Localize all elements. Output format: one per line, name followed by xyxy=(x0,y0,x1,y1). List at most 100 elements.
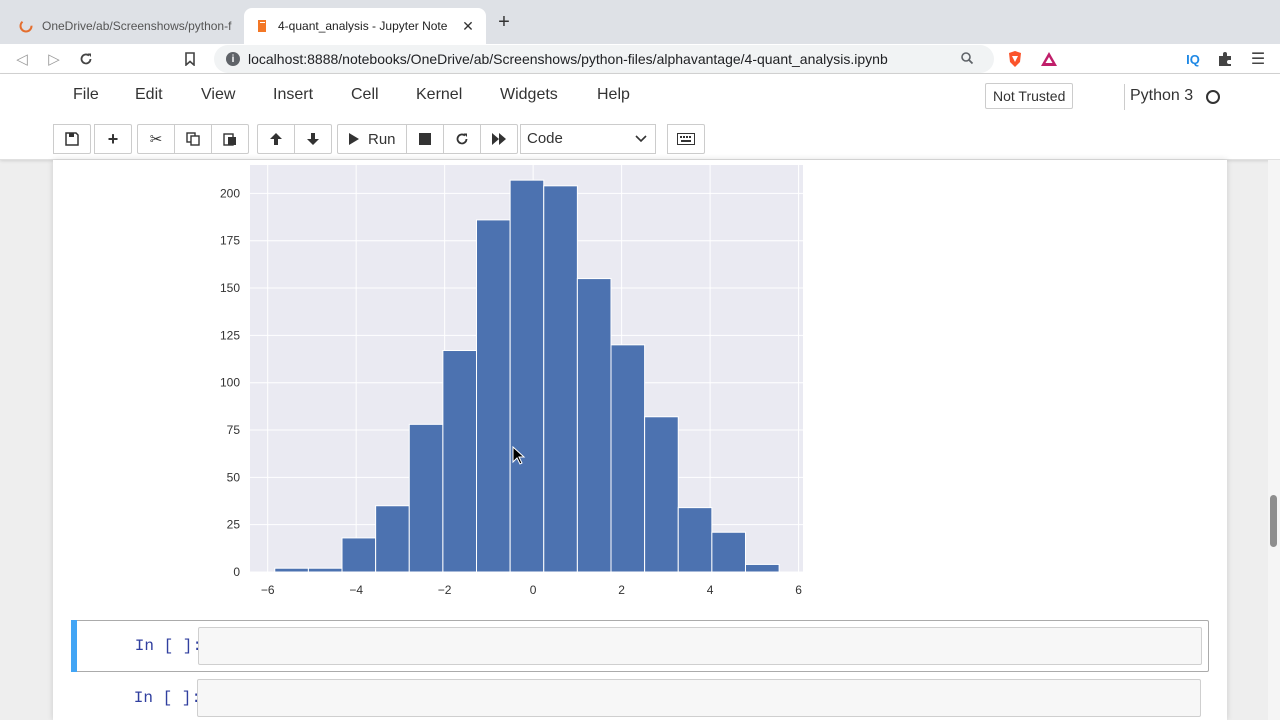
x-tick-label: 2 xyxy=(618,583,625,597)
restart-icon xyxy=(456,133,467,145)
code-cell-selected[interactable]: In [ ]: xyxy=(71,620,1209,672)
close-tab-icon[interactable]: ✕ xyxy=(460,18,476,34)
menu-edit[interactable]: Edit xyxy=(135,86,163,104)
histogram-bar xyxy=(341,537,377,573)
jupyter-loading-icon xyxy=(18,18,34,34)
cell-type-select[interactable]: Code xyxy=(520,124,656,154)
arrow-up-icon xyxy=(270,133,282,145)
browser-toolbar: ◁ ▷ i localhost:8888/notebooks/OneDrive/… xyxy=(0,44,1280,74)
command-palette-button[interactable] xyxy=(667,124,705,154)
scrollbar-thumb[interactable] xyxy=(1270,495,1277,547)
cell-type-value: Code xyxy=(527,130,563,147)
insert-cell-button[interactable]: + xyxy=(94,124,132,154)
paste-button[interactable] xyxy=(211,124,249,154)
save-icon xyxy=(65,132,79,146)
histogram-bar xyxy=(274,567,309,573)
copy-button[interactable] xyxy=(174,124,212,154)
bookmark-icon[interactable] xyxy=(178,47,202,71)
cut-button[interactable]: ✂ xyxy=(137,124,175,154)
paste-icon xyxy=(223,133,236,146)
menu-file[interactable]: File xyxy=(73,86,99,104)
menu-help[interactable]: Help xyxy=(597,86,630,104)
palette-group xyxy=(667,124,705,154)
histogram-bar xyxy=(442,350,478,573)
x-tick-label: −4 xyxy=(349,583,363,597)
scissors-icon: ✂ xyxy=(149,131,163,148)
histogram-bar xyxy=(576,278,612,573)
kernel-name: Python 3 xyxy=(1130,87,1194,104)
y-tick-label: 75 xyxy=(227,423,241,437)
menu-widgets[interactable]: Widgets xyxy=(500,86,558,104)
insert-group: + xyxy=(94,124,132,154)
y-tick-label: 50 xyxy=(227,470,241,484)
edit-group: ✂ xyxy=(137,124,249,154)
histogram-bar xyxy=(307,567,343,573)
new-tab-icon[interactable]: + xyxy=(494,12,514,32)
x-tick-label: 6 xyxy=(795,583,802,597)
stop-icon xyxy=(418,133,431,145)
keyboard-icon xyxy=(677,133,695,145)
y-tick-label: 0 xyxy=(233,565,240,579)
y-tick-label: 125 xyxy=(220,328,240,342)
run-button[interactable]: Run xyxy=(337,124,407,154)
menu-cell[interactable]: Cell xyxy=(351,86,379,104)
extensions-puzzle-icon[interactable] xyxy=(1214,48,1236,70)
forward-icon[interactable]: ▷ xyxy=(42,47,66,71)
move-up-button[interactable] xyxy=(257,124,295,154)
histogram-bar xyxy=(644,416,679,573)
browser-menu-icon[interactable]: ☰ xyxy=(1247,48,1269,70)
page-scrollbar[interactable] xyxy=(1268,160,1280,720)
restart-button[interactable] xyxy=(442,124,481,154)
save-group xyxy=(53,124,91,154)
code-input[interactable] xyxy=(198,627,1202,665)
back-icon[interactable]: ◁ xyxy=(10,47,34,71)
y-tick-label: 100 xyxy=(220,376,240,390)
x-tick-label: 4 xyxy=(707,583,714,597)
x-tick-label: 0 xyxy=(530,583,537,597)
histogram-bar xyxy=(509,179,545,573)
y-tick-label: 25 xyxy=(227,518,241,532)
fast-forward-icon xyxy=(491,133,506,145)
play-icon xyxy=(349,133,359,145)
menu-insert[interactable]: Insert xyxy=(273,86,313,104)
input-prompt: In [ ]: xyxy=(134,637,202,655)
menu-kernel[interactable]: Kernel xyxy=(416,86,462,104)
brave-shield-icon[interactable] xyxy=(1004,48,1026,70)
address-bar[interactable]: i localhost:8888/notebooks/OneDrive/ab/S… xyxy=(214,45,994,73)
move-group xyxy=(257,124,332,154)
y-tick-label: 200 xyxy=(220,186,240,200)
iq-extension-icon[interactable]: IQ xyxy=(1182,48,1204,70)
menu-view[interactable]: View xyxy=(201,86,235,104)
notebook-icon xyxy=(254,18,270,34)
tab-title: OneDrive/ab/Screenshows/python-f xyxy=(42,19,232,33)
tab-title: 4-quant_analysis - Jupyter Note xyxy=(278,19,448,33)
plus-icon: + xyxy=(107,128,119,149)
rewards-triangle-icon[interactable] xyxy=(1038,48,1060,70)
histogram-bar xyxy=(744,563,780,573)
histogram-bar xyxy=(375,505,410,573)
zoom-icon[interactable] xyxy=(960,51,980,68)
arrow-down-icon xyxy=(307,133,319,145)
interrupt-button[interactable] xyxy=(405,124,444,154)
histogram-bar xyxy=(543,185,578,573)
y-tick-label: 150 xyxy=(220,281,240,295)
code-cell[interactable]: In [ ]: xyxy=(71,673,1209,720)
histogram-bar xyxy=(408,423,444,573)
site-info-icon[interactable]: i xyxy=(226,52,240,66)
save-button[interactable] xyxy=(53,124,91,154)
move-down-button[interactable] xyxy=(294,124,332,154)
input-prompt: In [ ]: xyxy=(133,689,201,707)
browser-tab[interactable]: OneDrive/ab/Screenshows/python-f xyxy=(8,8,246,44)
histogram-chart: 0 25 50 75 100 125 150 175 200 −6 −4 −2 0 2 4 6 xyxy=(220,165,803,597)
browser-tab-strip: OneDrive/ab/Screenshows/python-f 4-quant… xyxy=(0,0,1280,44)
restart-run-all-button[interactable] xyxy=(479,124,518,154)
browser-tab-active[interactable]: 4-quant_analysis - Jupyter Note ✕ xyxy=(244,8,486,44)
reload-icon[interactable] xyxy=(74,47,98,71)
copy-icon xyxy=(186,132,200,146)
not-trusted-button[interactable]: Not Trusted xyxy=(985,83,1074,109)
chevron-down-icon xyxy=(635,125,647,153)
menu-bar: File Edit View Insert Cell Kernel Widget… xyxy=(53,74,1227,117)
run-group: Run xyxy=(337,124,518,154)
code-input[interactable] xyxy=(197,679,1201,717)
x-tick-label: −2 xyxy=(438,583,452,597)
